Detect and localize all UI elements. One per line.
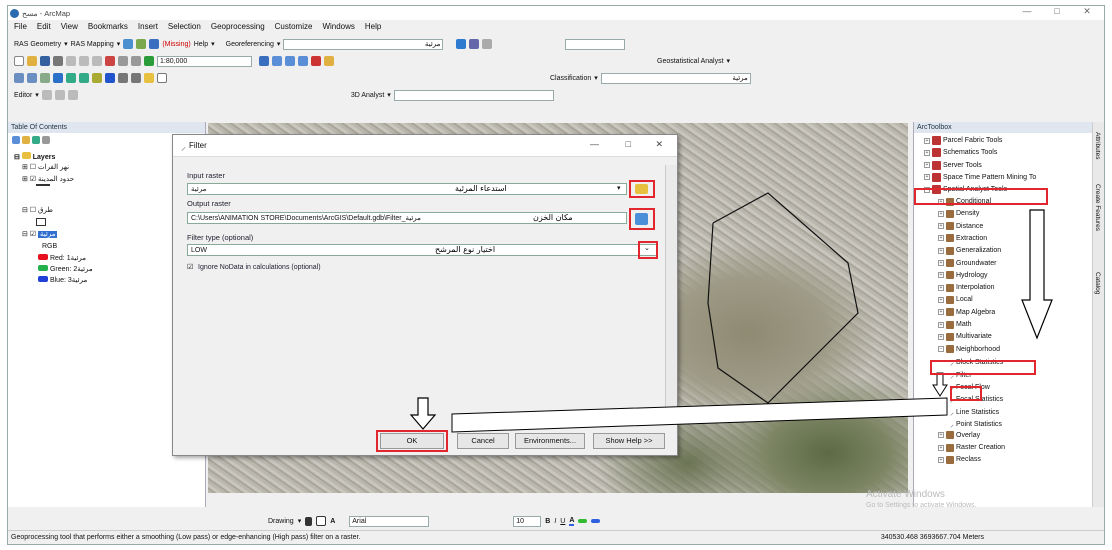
spatial-analyst-highlight	[914, 188, 1048, 205]
down-arrow-icon	[1021, 209, 1053, 340]
down-arrow-icon	[932, 372, 948, 397]
neighborhood-highlight	[930, 360, 1036, 375]
annotation-arrows	[409, 209, 1053, 433]
down-arrow-icon	[409, 397, 437, 430]
left-arrow-icon	[451, 397, 948, 433]
filter-tool-highlight	[950, 386, 982, 401]
